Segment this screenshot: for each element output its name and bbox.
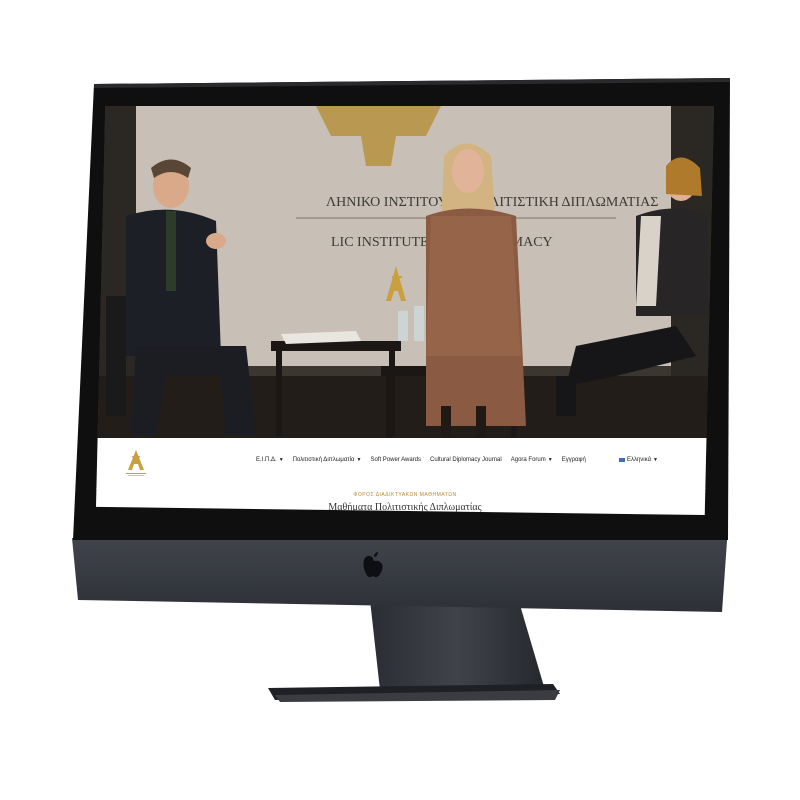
nav-item-agora-forum[interactable]: Agora Forum ▼	[511, 457, 553, 463]
apple-logo-icon	[363, 552, 383, 578]
site-navbar: Ε.Ι.Π.Δ. ▼ Πολιτιστική Διπλωματία ▼ Soft P…	[96, 438, 714, 489]
site-logo-icon[interactable]	[122, 448, 150, 478]
nav-item-register[interactable]: Εγγραφή	[562, 457, 586, 463]
nav-item-journal[interactable]: Cultural Diplomacy Journal	[430, 457, 502, 463]
nav-item-cultural-diplomacy[interactable]: Πολιτιστική Διπλωματία ▼	[293, 457, 362, 463]
nav-item-soft-power-awards[interactable]: Soft Power Awards	[370, 457, 421, 463]
flag-icon	[618, 458, 625, 462]
hero-image: ΛΗΝΙΚΟ ΙΝΣΤΙΤΟΥΤΟ ΠΟΛΙΤΙΣΤΙΚΗ ΔΙΠΛΩΜΑΤΙΑ…	[96, 106, 714, 438]
main-nav: Ε.Ι.Π.Δ. ▼ Πολιτιστική Διπλωματία ▼ Soft P…	[256, 457, 586, 463]
section-eyebrow: ΦΟΡΟΣ ΔΙΑΔΙΚΤΥΑΚΩΝ ΜΑΘΗΜΑΤΩΝ	[353, 492, 457, 498]
imac-mockup: ΛΗΝΙΚΟ ΙΝΣΤΙΤΟΥΤΟ ΠΟΛΙΤΙΣΤΙΚΗ ΔΙΠΛΩΜΑΤΙΑ…	[0, 0, 800, 800]
chevron-down-icon: ▼	[278, 457, 284, 463]
language-label: Ελληνικά	[626, 457, 652, 463]
chevron-down-icon: ▼	[653, 457, 658, 463]
chevron-down-icon: ▼	[356, 457, 362, 463]
language-selector[interactable]: Ελληνικά ▼	[618, 457, 658, 463]
nav-item-eipd[interactable]: Ε.Ι.Π.Δ. ▼	[256, 457, 284, 463]
chevron-down-icon: ▼	[547, 457, 553, 463]
monitor-screen: ΛΗΝΙΚΟ ΙΝΣΤΙΤΟΥΤΟ ΠΟΛΙΤΙΣΤΙΚΗ ΔΙΠΛΩΜΑΤΙΑ…	[96, 106, 714, 515]
